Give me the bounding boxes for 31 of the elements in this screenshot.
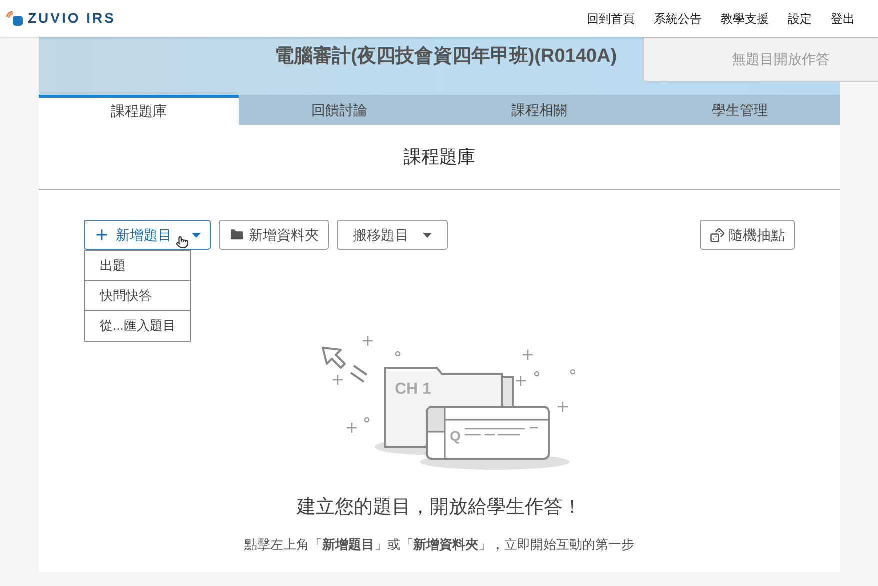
caret-icon [423, 232, 432, 238]
menu-item[interactable]: 出題 [85, 251, 190, 281]
section-title: 課程題庫 [404, 146, 476, 168]
dice-icon [710, 228, 725, 242]
caret-icon [192, 232, 201, 238]
folder-plus-icon [229, 227, 245, 243]
empty-state-title: 建立您的題目，開放給學生作答！ [297, 496, 582, 520]
nav-link[interactable]: 系統公告 [654, 10, 702, 28]
menu-item[interactable]: 從...匯入題目 [85, 311, 190, 341]
arrow-icon [322, 347, 368, 383]
menu-item[interactable]: 快問快答 [85, 281, 190, 311]
tab[interactable]: 課程相關 [440, 95, 640, 125]
logo-icon [6, 10, 24, 26]
random-pick-button[interactable]: 隨機抽點 [700, 220, 795, 250]
nav-link[interactable]: 回到首頁 [587, 10, 635, 28]
brand-name: ZUVIO IRS [28, 9, 116, 28]
move-questions-button[interactable]: 搬移題目 [337, 220, 448, 250]
course-title: 電腦審計(夜四技會資四年甲班)(R0140A) [275, 44, 618, 69]
tab[interactable]: 學生管理 [640, 95, 840, 125]
card-label: Q [450, 428, 460, 444]
add-question-button[interactable]: 新增題目 [84, 220, 211, 250]
status-text: 無題目開放作答 [732, 50, 830, 69]
nav-link[interactable]: 教學支援 [721, 10, 769, 28]
nav-link[interactable]: 登出 [831, 10, 855, 28]
folder-label: CH 1 [394, 381, 431, 398]
tab[interactable]: 課程題庫 [39, 95, 240, 125]
nav-link[interactable]: 設定 [788, 10, 812, 28]
plus-icon [94, 227, 110, 243]
new-folder-button[interactable]: 新增資料夾 [219, 220, 329, 250]
tab[interactable]: 回饋討論 [239, 95, 440, 125]
empty-state-hint: 點擊左上角「新增題目」或「新增資料夾」，立即開始互動的第一步 [244, 536, 634, 554]
